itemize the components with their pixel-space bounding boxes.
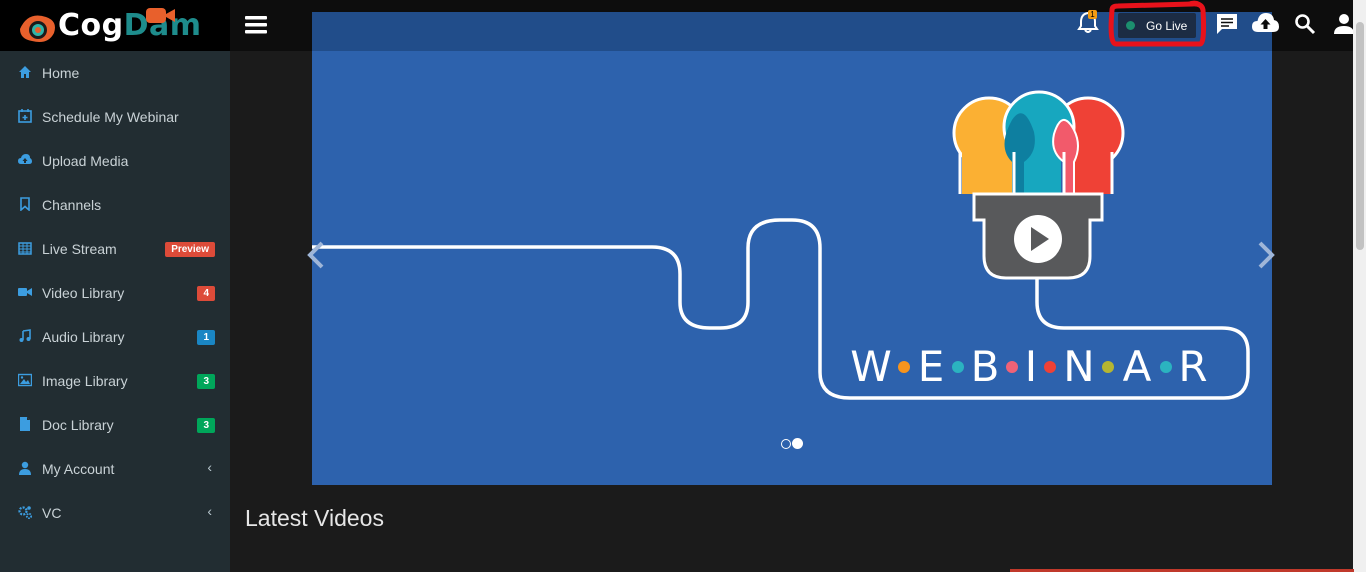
document-icon	[20, 417, 30, 431]
sidebar-item-audio-library[interactable]: Audio Library 1	[0, 315, 230, 359]
sidebar-item-label: Home	[42, 65, 80, 81]
image-icon	[18, 373, 32, 387]
sidebar-item-image-library[interactable]: Image Library 3	[0, 359, 230, 403]
notification-badge: 1	[1088, 10, 1097, 19]
sidebar-item-label: Channels	[42, 197, 102, 213]
webinar-letter: E	[917, 342, 945, 391]
webinar-dot	[952, 360, 964, 373]
sidebar-item-label: Audio Library	[42, 329, 125, 345]
calendar-grid-icon	[18, 242, 32, 255]
video-camera-icon	[18, 288, 32, 296]
cloud-upload-icon	[18, 154, 32, 164]
scrollbar-thumb[interactable]	[1356, 22, 1364, 250]
webinar-dot	[898, 360, 910, 373]
webinar-dot	[1006, 360, 1018, 373]
carousel-indicator-active[interactable]	[792, 438, 803, 449]
webinar-letter: R	[1178, 342, 1208, 391]
camera-logo-icon	[146, 8, 175, 23]
live-status-dot	[1126, 21, 1135, 30]
account-icon[interactable]	[1333, 13, 1355, 35]
sidebar-item-my-account[interactable]: My Account ‹	[0, 447, 230, 491]
bookmark-icon	[20, 197, 30, 211]
chat-icon[interactable]	[1215, 12, 1239, 36]
webinar-letter: A	[1122, 342, 1152, 391]
sidebar: Home Schedule My Webinar Upload Media Ch…	[0, 51, 230, 572]
chevron-left-icon: ‹	[207, 459, 212, 475]
webinar-dot	[1102, 360, 1114, 373]
sidebar-item-channels[interactable]: Channels	[0, 183, 230, 227]
carousel-indicator[interactable]	[781, 439, 791, 449]
sidebar-item-home[interactable]: Home	[0, 51, 230, 95]
brand-name: CogDam	[58, 8, 202, 43]
cloud-upload-icon[interactable]	[1252, 12, 1279, 34]
chevron-right-icon[interactable]	[1256, 241, 1276, 269]
latest-videos-heading: Latest Videos	[245, 505, 384, 531]
sidebar-item-vc[interactable]: VC ‹	[0, 491, 230, 535]
sidebar-item-upload-media[interactable]: Upload Media	[0, 139, 230, 183]
sidebar-item-live-stream[interactable]: Live Stream Preview	[0, 227, 230, 271]
sidebar-item-label: Upload Media	[42, 153, 129, 169]
music-note-icon	[19, 329, 31, 342]
hamburger-menu-icon[interactable]	[245, 15, 267, 35]
count-badge: 1	[197, 330, 215, 345]
gears-icon	[18, 506, 32, 519]
logo-bar[interactable]: CogDam	[0, 0, 230, 51]
sidebar-item-label: Video Library	[42, 285, 125, 301]
webinar-letter: W	[850, 342, 892, 391]
webinar-letter: N	[1063, 342, 1095, 391]
sidebar-item-label: VC	[42, 505, 62, 521]
webinar-dot	[1160, 360, 1172, 373]
webinar-letter: B	[970, 342, 1000, 391]
sidebar-item-video-library[interactable]: Video Library 4	[0, 271, 230, 315]
chevron-left-icon: ‹	[207, 503, 212, 519]
sidebar-item-label: My Account	[42, 461, 115, 477]
search-icon[interactable]	[1294, 13, 1316, 35]
webinar-illustration	[312, 90, 1250, 400]
webinar-carousel[interactable]: W E B I N A R	[312, 12, 1272, 485]
chevron-left-icon[interactable]	[306, 241, 326, 269]
calendar-plus-icon	[18, 109, 32, 123]
go-live-button[interactable]: Go Live	[1118, 13, 1196, 38]
logo-mark-icon	[20, 15, 55, 42]
sidebar-item-schedule-webinar[interactable]: Schedule My Webinar	[0, 95, 230, 139]
sidebar-item-label: Live Stream	[42, 241, 117, 257]
sidebar-item-doc-library[interactable]: Doc Library 3	[0, 403, 230, 447]
go-live-label: Go Live	[1146, 19, 1188, 33]
webinar-letter: I	[1024, 342, 1038, 391]
count-badge: 3	[197, 374, 215, 389]
preview-badge: Preview	[165, 242, 215, 257]
sidebar-item-label: Image Library	[42, 373, 128, 389]
count-badge: 4	[197, 286, 215, 301]
count-badge: 3	[197, 418, 215, 433]
webinar-dot	[1044, 360, 1056, 373]
sidebar-item-label: Schedule My Webinar	[42, 109, 179, 125]
webinar-wordmark: W E B I N A R	[850, 342, 1208, 391]
sidebar-item-label: Doc Library	[42, 417, 114, 433]
home-icon	[19, 66, 31, 78]
user-icon	[19, 461, 31, 475]
